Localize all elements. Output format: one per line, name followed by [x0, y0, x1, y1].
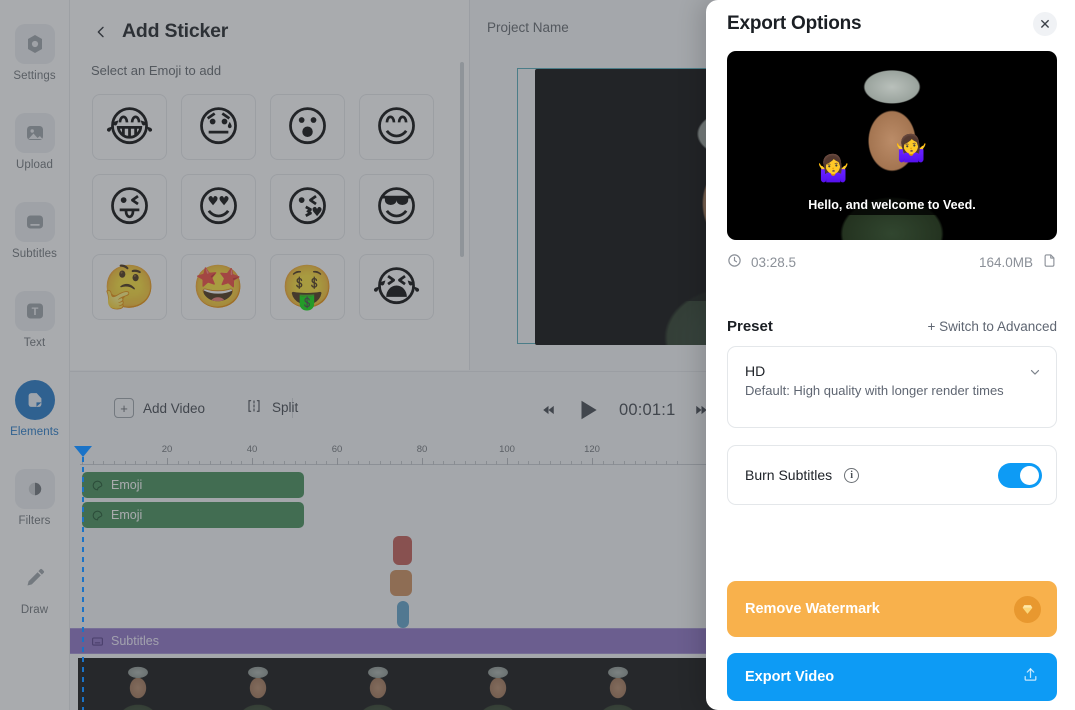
file-icon: [1042, 252, 1057, 272]
preset-select[interactable]: HD Default: High quality with longer ren…: [727, 346, 1057, 428]
info-icon[interactable]: i: [844, 467, 860, 483]
export-preview: 🤷‍♀️ 🤷‍♀️ Hello, and welcome to Veed.: [727, 51, 1057, 240]
duration-value: 03:28.5: [751, 254, 797, 270]
filesize-value: 164.0MB: [978, 254, 1033, 270]
preview-sticker-1: 🤷‍♀️: [817, 154, 850, 184]
duration-group: 03:28.5: [727, 253, 796, 271]
burn-subtitles-label: Burn Subtitles: [745, 467, 833, 483]
export-options-panel: Export Options ✕ 🤷‍♀️ 🤷‍♀️ Hello, and we…: [706, 0, 1075, 710]
export-title: Export Options: [727, 13, 862, 34]
preview-sticker-2: 🤷‍♀️: [895, 134, 928, 164]
chevron-down-icon: [1028, 365, 1042, 384]
export-video-label: Export Video: [745, 669, 835, 685]
switch-to-advanced-link[interactable]: + Switch to Advanced: [928, 319, 1057, 334]
burn-subtitles-toggle[interactable]: [998, 462, 1042, 488]
remove-watermark-button[interactable]: Remove Watermark: [727, 581, 1057, 637]
preset-description: Default: High quality with longer render…: [745, 383, 1004, 398]
playhead-line: [82, 457, 84, 710]
burn-subtitles-left: Burn Subtitles i: [745, 467, 860, 483]
preset-name: HD: [745, 363, 766, 379]
burn-subtitles-row: Burn Subtitles i: [727, 445, 1057, 505]
playhead-handle[interactable]: [74, 446, 92, 457]
export-header: Export Options ✕: [706, 0, 1075, 36]
export-video-button[interactable]: Export Video: [727, 653, 1057, 701]
preset-label: Preset: [727, 318, 773, 335]
gem-icon: [1014, 595, 1041, 623]
upload-arrow-icon: [1022, 666, 1039, 688]
preset-row: Preset + Switch to Advanced: [727, 318, 1057, 335]
preview-subtitle: Hello, and welcome to Veed.: [769, 195, 1015, 216]
remove-watermark-label: Remove Watermark: [745, 601, 880, 617]
filesize-group: 164.0MB: [979, 252, 1057, 272]
clock-icon: [727, 253, 742, 271]
export-metadata: 03:28.5 164.0MB: [727, 252, 1057, 272]
close-icon[interactable]: ✕: [1033, 12, 1057, 36]
app-root: Settings Upload Subtitles T Text Element…: [0, 0, 1075, 710]
